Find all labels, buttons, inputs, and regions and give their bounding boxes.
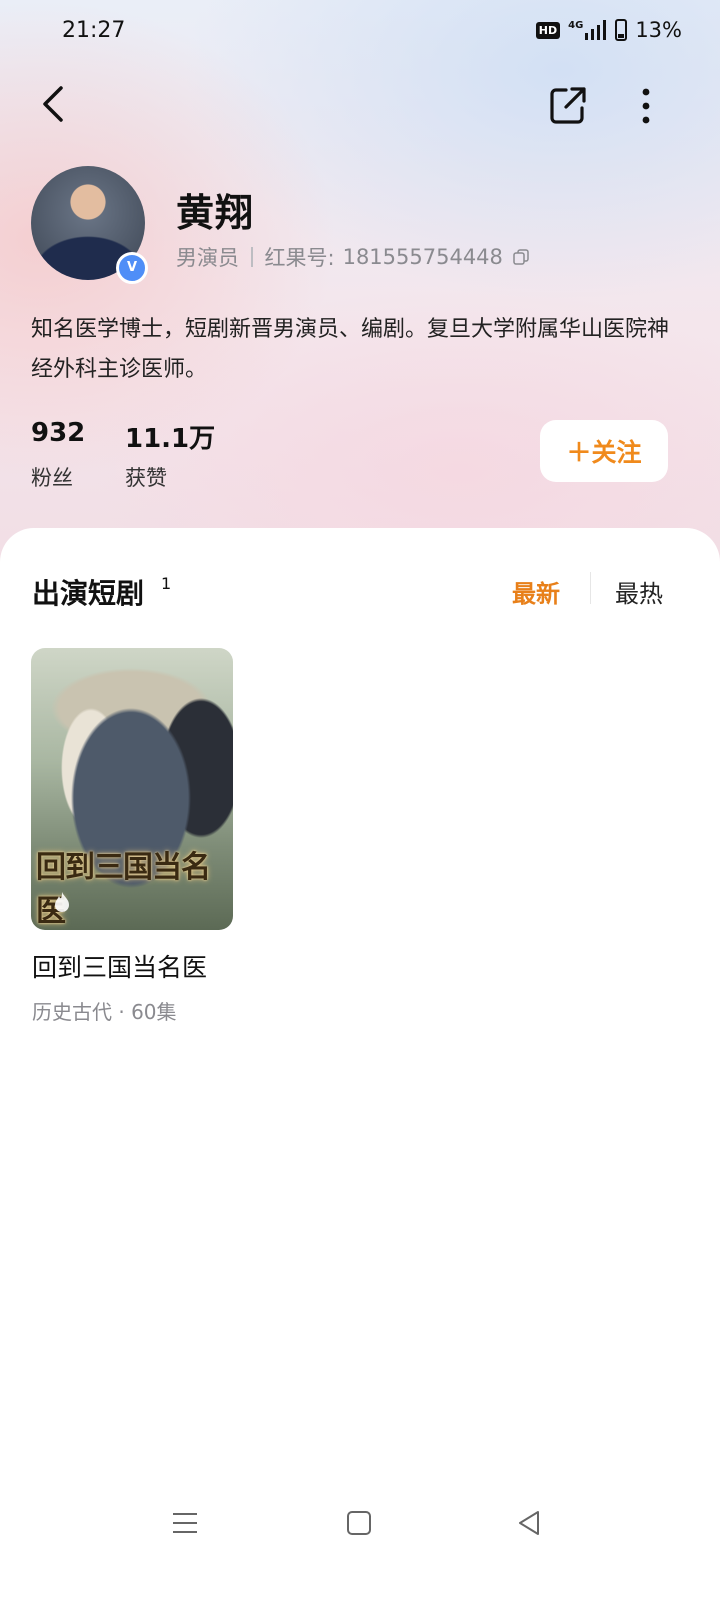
- profile-id-value: 181555754448: [342, 245, 503, 269]
- share-icon: [550, 87, 586, 124]
- likes-count[interactable]: 11.1万: [125, 418, 215, 455]
- meta-divider: [251, 247, 253, 267]
- section-title: 出演短剧: [32, 577, 145, 610]
- drama-title[interactable]: 回到三国当名医: [32, 948, 207, 984]
- signal-icon: 4G: [568, 20, 607, 40]
- share-button[interactable]: [546, 84, 590, 128]
- more-button[interactable]: [628, 84, 664, 128]
- status-time: 21:27: [62, 18, 126, 43]
- profile-bio: 知名医学博士，短剧新晋男演员、编剧。复旦大学附属华山医院神经外科主诊医师。: [31, 317, 670, 382]
- fans-count[interactable]: 932: [31, 418, 85, 448]
- battery-percent: 13%: [635, 18, 682, 42]
- section-count: 1: [161, 574, 172, 593]
- status-indicators: HD 4G 13%: [535, 18, 682, 42]
- profile-id-label: 红果号:: [264, 246, 335, 270]
- fire-icon: [55, 892, 69, 912]
- profile-header-background: [0, 0, 720, 600]
- back-triangle-icon[interactable]: [514, 1508, 544, 1538]
- more-vertical-icon: [642, 88, 650, 124]
- signal-bars-icon: [585, 20, 607, 40]
- follow-button[interactable]: ＋关注: [540, 420, 668, 482]
- home-icon[interactable]: [344, 1508, 374, 1538]
- sort-divider: [590, 572, 591, 604]
- hd-icon: HD: [535, 21, 561, 39]
- likes-label: 获赞: [125, 466, 167, 490]
- menu-icon[interactable]: [170, 1508, 200, 1538]
- drama-meta: 历史古代 · 60集: [32, 1000, 177, 1024]
- profile-name: 黄翔: [176, 191, 255, 235]
- drama-poster-title: 回到三国当名医: [36, 850, 211, 929]
- back-button[interactable]: [34, 82, 78, 126]
- fans-label: 粉丝: [31, 466, 73, 490]
- sort-hot-tab[interactable]: 最热: [615, 574, 663, 609]
- sort-newest-tab[interactable]: 最新: [512, 574, 560, 609]
- back-arrow-icon: [43, 86, 63, 122]
- copy-icon[interactable]: [513, 249, 529, 265]
- battery-icon: [615, 19, 628, 41]
- profile-role: 男演员: [176, 246, 239, 270]
- profile-meta: 男演员 红果号: 181555754448: [176, 242, 529, 272]
- verified-badge-icon: V: [116, 252, 148, 284]
- network-type: 4G: [568, 20, 584, 31]
